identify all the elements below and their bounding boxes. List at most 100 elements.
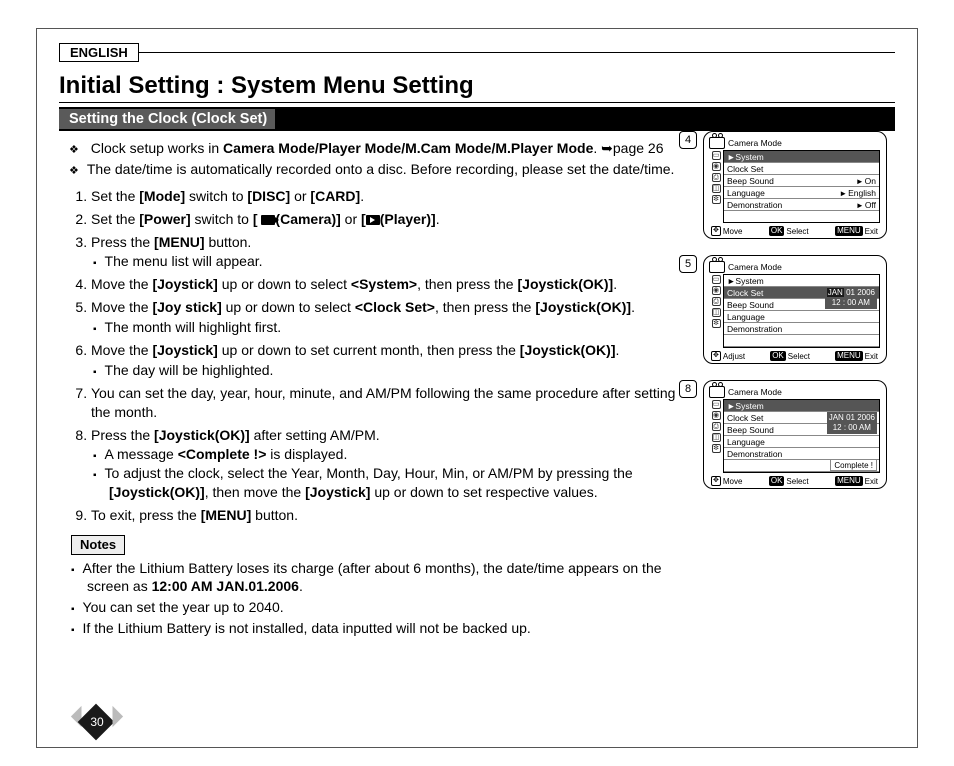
tape-icon: ▭	[712, 275, 721, 284]
camera-icon	[261, 215, 275, 225]
gear-icon: ✼	[712, 319, 721, 328]
screen-panel-5: 5 Camera Mode ▭ ◉ ⎙ ◫ ✼	[703, 255, 895, 364]
ok-icon: OK	[769, 226, 785, 236]
steps-list: Set the [Mode] switch to [DISC] or [CARD…	[69, 187, 689, 525]
menu-icon: MENU	[835, 351, 863, 361]
menu-row-empty	[724, 211, 879, 222]
camera-device-icon	[709, 386, 725, 398]
instructions-column: Clock setup works in Camera Mode/Player …	[59, 131, 689, 642]
panel-footer: ✥Adjust OKSelect MENUExit	[709, 351, 880, 361]
menu-row-beep: Beep Sound►On	[724, 175, 879, 187]
menu-row-demo: Demonstration	[724, 323, 879, 335]
menu-row-language: Language	[724, 311, 879, 323]
title-rule	[59, 102, 895, 103]
dpad-icon: ✥	[711, 476, 721, 486]
sub-item: The menu list will appear.	[109, 252, 689, 271]
menu-row-empty	[724, 335, 879, 347]
lcd-panel: Camera Mode ▭ ◉ ⎙ ◫ ✼ ►System Clock Set	[703, 131, 887, 239]
player-icon	[366, 215, 380, 225]
display-icon: ◫	[712, 433, 721, 442]
intro-item: Clock setup works in Camera Mode/Player …	[89, 139, 689, 158]
side-icons: ▭ ◉ ⎙ ◫ ✼	[709, 399, 723, 473]
language-label: ENGLISH	[59, 43, 139, 62]
cam-small-icon: ⎙	[712, 422, 721, 431]
note-item: After the Lithium Battery loses its char…	[87, 559, 689, 597]
mode-label: Camera Mode	[728, 262, 782, 272]
step-item: You can set the day, year, hour, minute,…	[91, 384, 689, 422]
menu-box: ►System Clock Set Beep Sound Language De…	[723, 399, 880, 473]
camera-device-icon	[709, 261, 725, 273]
notes-list: After the Lithium Battery loses its char…	[69, 559, 689, 639]
intro-list: Clock setup works in Camera Mode/Player …	[69, 139, 689, 179]
step-item: Set the [Power] switch to [ (Camera)] or…	[91, 210, 689, 229]
menu-icon: MENU	[835, 476, 863, 486]
mode-label: Camera Mode	[728, 387, 782, 397]
sub-item: The day will be highlighted.	[109, 361, 689, 380]
disc-icon: ◉	[712, 286, 721, 295]
lcd-panel: Camera Mode ▭ ◉ ⎙ ◫ ✼ ►System Clock Set	[703, 380, 887, 489]
cam-small-icon: ⎙	[712, 297, 721, 306]
lcd-panel: Camera Mode ▭ ◉ ⎙ ◫ ✼ ►System Clock Set	[703, 255, 887, 364]
side-icons: ▭ ◉ ⎙ ◫ ✼	[709, 150, 723, 223]
note-item: If the Lithium Battery is not installed,…	[87, 619, 689, 638]
screenshots-column: 4 Camera Mode ▭ ◉ ⎙ ◫ ✼	[703, 131, 895, 642]
step-item: Move the [Joy stick] up or down to selec…	[91, 298, 689, 337]
gear-icon: ✼	[712, 444, 721, 453]
menu-icon: MENU	[835, 226, 863, 236]
menu-row-language: Language	[724, 436, 879, 448]
intro-item: The date/time is automatically recorded …	[89, 160, 689, 179]
screen-panel-8: 8 Camera Mode ▭ ◉ ⎙ ◫ ✼	[703, 380, 895, 489]
sub-item: To adjust the clock, select the Year, Mo…	[109, 464, 689, 502]
side-icons: ▭ ◉ ⎙ ◫ ✼	[709, 274, 723, 348]
note-item: You can set the year up to 2040.	[87, 598, 689, 617]
display-icon: ◫	[712, 184, 721, 193]
section-title: Setting the Clock (Clock Set)	[59, 109, 275, 129]
camera-device-icon	[709, 137, 725, 149]
menu-row-language: Language►English	[724, 187, 879, 199]
step-item: To exit, press the [MENU] button.	[91, 506, 689, 525]
date-overlay: JAN 01 2006 12 : 00 AM	[825, 287, 877, 309]
complete-message: Complete !	[830, 459, 877, 471]
display-icon: ◫	[712, 308, 721, 317]
menu-row-demo: Demonstration►Off	[724, 199, 879, 211]
dpad-icon: ✥	[711, 351, 721, 361]
section-bar: Setting the Clock (Clock Set)	[59, 107, 895, 131]
language-header: ENGLISH	[59, 43, 895, 62]
step-item: Move the [Joystick] up or down to select…	[91, 275, 689, 294]
step-badge: 8	[679, 380, 697, 398]
step-badge: 5	[679, 255, 697, 273]
page-title: Initial Setting : System Menu Setting	[59, 72, 895, 100]
disc-icon: ◉	[712, 411, 721, 420]
page-number: 30	[77, 715, 117, 729]
header-rule	[139, 52, 895, 53]
mode-label: Camera Mode	[728, 138, 782, 148]
menu-box: ►System Clock Set Beep Sound Language De…	[723, 274, 880, 348]
gear-icon: ✼	[712, 195, 721, 204]
date-overlay: JAN 01 2006 12 : 00 AM	[827, 412, 877, 434]
step-badge: 4	[679, 131, 697, 149]
cam-small-icon: ⎙	[712, 173, 721, 182]
sub-item: A message <Complete !> is displayed.	[109, 445, 689, 464]
step-item: Press the [Joystick(OK)] after setting A…	[91, 426, 689, 503]
notes-header: Notes	[71, 535, 125, 555]
disc-icon: ◉	[712, 162, 721, 171]
page-frame: ENGLISH Initial Setting : System Menu Se…	[36, 28, 918, 748]
menu-row-system: ►System	[724, 151, 879, 163]
tape-icon: ▭	[712, 400, 721, 409]
screen-panel-4: 4 Camera Mode ▭ ◉ ⎙ ◫ ✼	[703, 131, 895, 239]
panel-footer: ✥Move OKSelect MENUExit	[709, 226, 880, 236]
sub-item: The month will highlight first.	[109, 318, 689, 337]
step-item: Move the [Joystick] up or down to set cu…	[91, 341, 689, 380]
step-item: Press the [MENU] button. The menu list w…	[91, 233, 689, 272]
ok-icon: OK	[770, 351, 786, 361]
step-item: Set the [Mode] switch to [DISC] or [CARD…	[91, 187, 689, 206]
ok-icon: OK	[769, 476, 785, 486]
tape-icon: ▭	[712, 151, 721, 160]
panel-footer: ✥Move OKSelect MENUExit	[709, 476, 880, 486]
menu-box: ►System Clock Set Beep Sound►On Language…	[723, 150, 880, 223]
dpad-icon: ✥	[711, 226, 721, 236]
page-number-ornament: 30	[77, 707, 117, 737]
menu-row-system: ►System	[724, 275, 879, 287]
menu-row-clockset: Clock Set	[724, 163, 879, 175]
menu-row-system: ►System	[724, 400, 879, 412]
